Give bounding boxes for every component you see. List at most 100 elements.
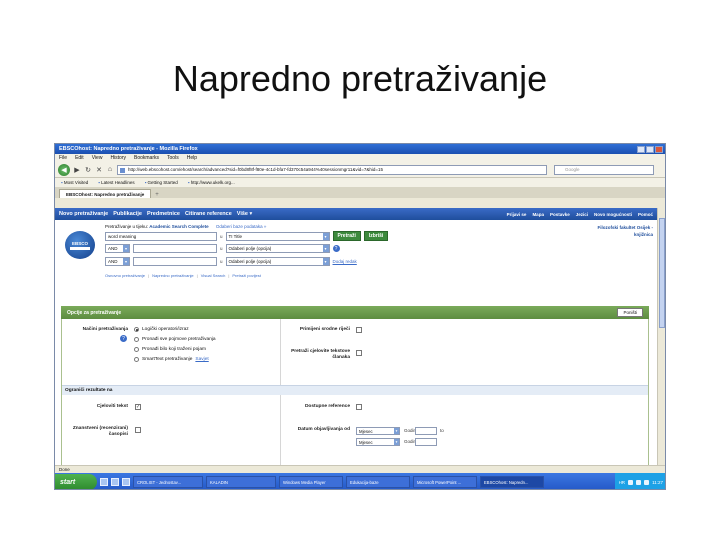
related-words-checkbox[interactable] — [356, 327, 362, 333]
tray-icon[interactable] — [628, 479, 634, 485]
radio-any-term[interactable] — [134, 347, 139, 352]
bookmark-latest-headlines[interactable]: Latest Headlines — [98, 180, 135, 185]
hint-link[interactable]: Savjet — [195, 357, 208, 362]
menu-edit[interactable]: Edit — [75, 155, 84, 161]
mode-smarttext[interactable]: SmartText pretraživanje Savjet — [134, 357, 209, 362]
nav-help[interactable]: Pomoć — [638, 212, 653, 217]
fulltext-articles-checkbox[interactable] — [356, 350, 362, 356]
mode-boolean[interactable]: Logički operatori/izraz — [134, 327, 189, 332]
operator-select-2-value: AND — [108, 246, 118, 251]
task-edukacija[interactable]: Edukacija-baze — [346, 476, 410, 488]
field-select-2[interactable]: Odaberi polje (opcija) ▾ — [225, 244, 330, 253]
radio-all-terms[interactable] — [134, 337, 139, 342]
pub-date-from-month[interactable]: Mjesec ▾ — [356, 427, 400, 435]
full-text-label: Cjeloviti tekst — [96, 404, 128, 409]
references-label: Dostupne reference — [304, 404, 350, 409]
peer-reviewed-checkbox[interactable] — [135, 427, 141, 433]
quicklaunch-icon[interactable] — [111, 478, 119, 486]
advanced-search-link[interactable]: Napredno pretraživanje — [152, 273, 194, 278]
search-button[interactable]: Pretraži — [332, 231, 361, 241]
search-term-1[interactable]: word meaning — [105, 231, 217, 241]
tray-icon[interactable] — [644, 479, 650, 485]
menu-bookmarks[interactable]: Bookmarks — [134, 155, 159, 161]
operator-select-3[interactable]: AND ▾ — [105, 257, 130, 266]
tray-icon[interactable] — [636, 479, 642, 485]
choose-databases-link[interactable]: Odaberi baze podataka » — [216, 224, 267, 229]
home-icon[interactable]: ⌂ — [106, 166, 114, 174]
search-history-link[interactable]: Pretraži povijest — [232, 273, 260, 278]
add-row-link[interactable]: Dodaj redak — [333, 259, 357, 264]
bookmark-most-visited[interactable]: Most Visited — [61, 180, 88, 185]
menu-tools[interactable]: Tools — [167, 155, 179, 161]
basic-search-link[interactable]: Osnovno pretraživanje — [105, 273, 145, 278]
forward-arrow-icon[interactable]: ▶ — [73, 166, 81, 174]
quicklaunch-icon[interactable] — [122, 478, 130, 486]
navigation-toolbar: ◀ ▶ ↻ ✕ ⌂ http://web.ebscohost.com/ehost… — [55, 162, 665, 178]
new-tab-icon[interactable]: + — [155, 192, 159, 198]
references-checkbox[interactable] — [356, 404, 362, 410]
field-select-3[interactable]: Odaberi polje (opcija) ▾ — [225, 257, 330, 266]
back-arrow-icon[interactable]: ◀ — [58, 163, 70, 176]
mode-any-term[interactable]: Pronađi bilo koji traženi pojam — [134, 347, 206, 352]
start-button[interactable]: start — [55, 474, 97, 489]
language-indicator[interactable]: HR — [619, 480, 626, 485]
task-powerpoint[interactable]: Microsoft PowerPoint ... — [413, 476, 477, 488]
search-options-panel: Načini pretraživanja ? Logički operatori… — [61, 319, 649, 465]
quicklaunch-icon[interactable] — [100, 478, 108, 486]
tab-ebscohost[interactable]: EBSCOhost: Napredno pretraživanje — [59, 189, 152, 198]
menu-view[interactable]: View — [92, 155, 103, 161]
task-ebscohost[interactable]: EBSCOhost: Napredn... — [480, 476, 544, 488]
pub-date-to-month[interactable]: Mjesec ▾ — [356, 438, 400, 446]
vertical-scrollbar[interactable] — [657, 208, 665, 465]
task-kaladin[interactable]: KALADIN — [206, 476, 276, 488]
nav-new-search[interactable]: Novo pretraživanje — [59, 211, 108, 217]
bookmark-ukelk[interactable]: http://www.ukelk.org... — [188, 180, 235, 185]
task-media-player[interactable]: Windows Media Player — [279, 476, 343, 488]
search-area: EBSCO Pretraživanje u tijeku: Academic S… — [55, 220, 659, 282]
nav-languages[interactable]: Jezici — [576, 212, 588, 217]
nav-right-links: Prijavi se Mapa Postavke Jezici Novo mog… — [507, 212, 659, 217]
nav-preferences[interactable]: Postavke — [550, 212, 570, 217]
nav-new-features[interactable]: Novo mogućnosti — [594, 212, 632, 217]
bookmark-getting-started[interactable]: Getting Started — [145, 180, 178, 185]
windows-taskbar: start CROLIST - Jednostav... KALADIN Win… — [55, 473, 665, 489]
radio-smarttext[interactable] — [134, 357, 139, 362]
nav-cited-references[interactable]: Citirane reference — [185, 211, 232, 217]
web-search-input[interactable]: Google — [554, 164, 654, 175]
visual-search-link[interactable]: Visual Search — [201, 273, 226, 278]
minimize-button[interactable] — [637, 145, 645, 153]
nav-more[interactable]: Više ▾ — [237, 211, 253, 217]
db-prefix: Pretraživanje u tijeku: — [105, 224, 149, 229]
menu-help[interactable]: Help — [187, 155, 197, 161]
search-term-3[interactable] — [133, 257, 217, 266]
url-bar[interactable]: http://web.ebscohost.com/ehost/search/ad… — [117, 164, 547, 175]
institution-name: Filozofski fakultet Osijek - knjižnica — [597, 225, 653, 237]
pub-date-from-year[interactable] — [415, 427, 437, 435]
stop-icon[interactable]: ✕ — [95, 166, 103, 174]
nav-sign-in[interactable]: Prijavi se — [507, 212, 527, 217]
maximize-button[interactable] — [646, 145, 654, 153]
nav-folder[interactable]: Mapa — [532, 212, 544, 217]
scrollbar-thumb[interactable] — [659, 218, 665, 328]
nav-publications[interactable]: Publikacije — [113, 211, 142, 217]
reset-button[interactable]: Poništi — [617, 308, 643, 317]
menu-history[interactable]: History — [110, 155, 126, 161]
operator-select-2[interactable]: AND ▾ — [105, 244, 130, 253]
field-select-1[interactable]: TI Title ▾ — [225, 231, 330, 241]
clear-button[interactable]: Izbriši — [363, 231, 389, 241]
peer-reviewed-label: Znanstveni (recenzirani) časopisi — [72, 426, 128, 437]
nav-subjects[interactable]: Predmetnice — [147, 211, 180, 217]
mode-all-terms[interactable]: Pronađi sve pojmove pretraživanja — [134, 337, 216, 342]
menu-file[interactable]: File — [59, 155, 67, 161]
help-icon[interactable]: ? — [332, 245, 340, 252]
database-line: Pretraživanje u tijeku: Academic Search … — [105, 224, 266, 229]
pub-date-to-year[interactable] — [415, 438, 437, 446]
help-icon[interactable]: ? — [120, 335, 127, 342]
full-text-checkbox[interactable]: ✓ — [135, 404, 141, 410]
reload-icon[interactable]: ↻ — [84, 166, 92, 174]
close-button[interactable] — [655, 145, 663, 153]
tab-strip: EBSCOhost: Napredno pretraživanje + — [55, 187, 665, 198]
radio-boolean[interactable] — [134, 327, 139, 332]
search-term-2[interactable] — [133, 244, 217, 253]
task-crolist[interactable]: CROLIST - Jednostav... — [133, 476, 203, 488]
